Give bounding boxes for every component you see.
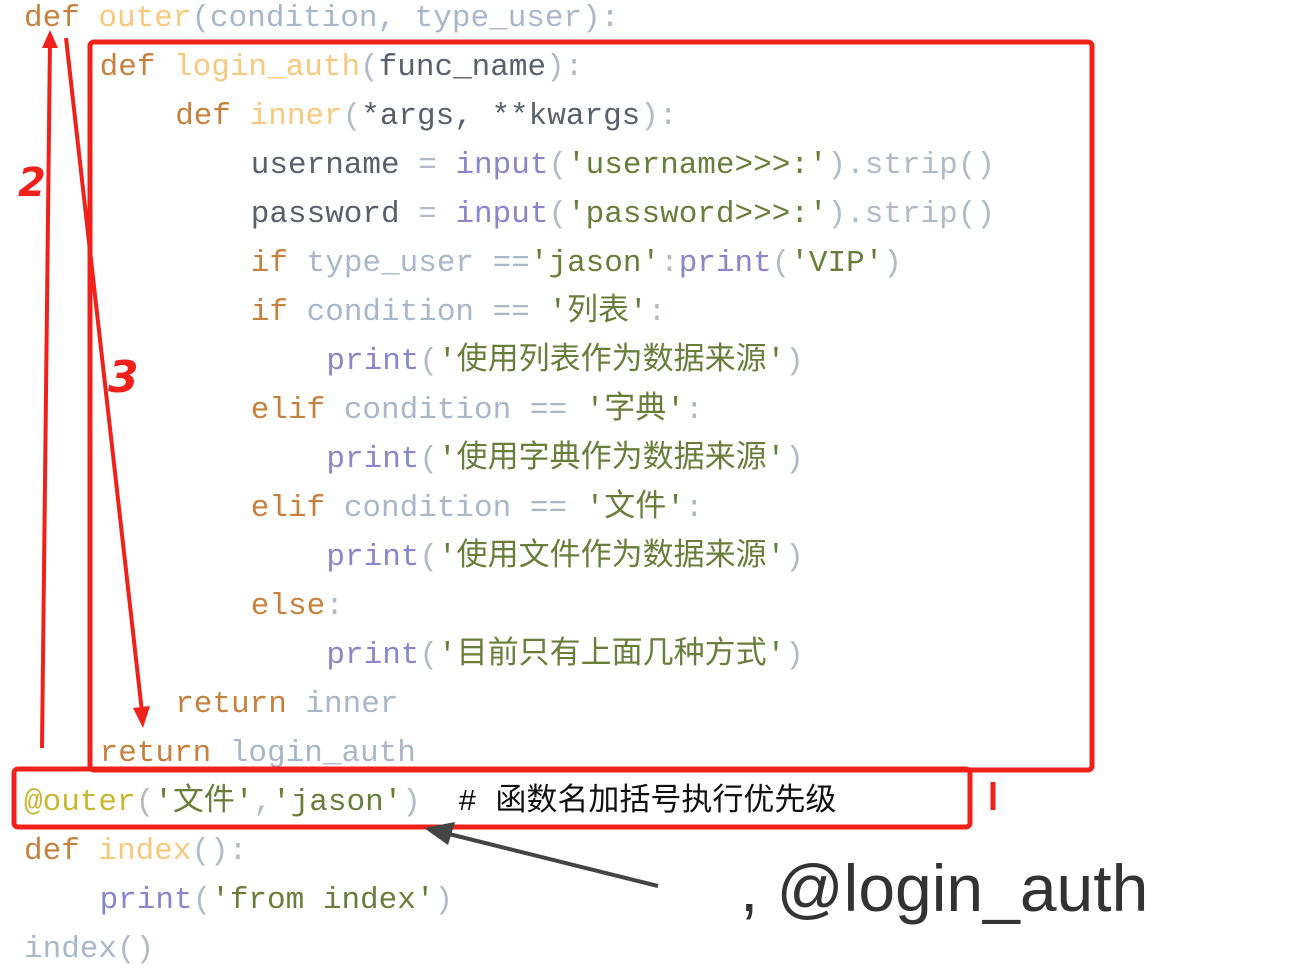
- annotation-layer: [11, 30, 1095, 888]
- step-2-label: 2: [18, 160, 46, 206]
- decorator-highlight-box: [11, 766, 973, 830]
- arrow-3-head: [133, 706, 150, 728]
- pointer-arrow-line: [444, 831, 659, 888]
- arrow-2-head: [42, 30, 58, 48]
- equivalent-decorator-note: , @login_auth: [740, 851, 1149, 925]
- step-3-label: 3: [108, 352, 139, 403]
- login-auth-highlight-box: [87, 39, 1095, 773]
- arrow-2-line: [40, 39, 52, 749]
